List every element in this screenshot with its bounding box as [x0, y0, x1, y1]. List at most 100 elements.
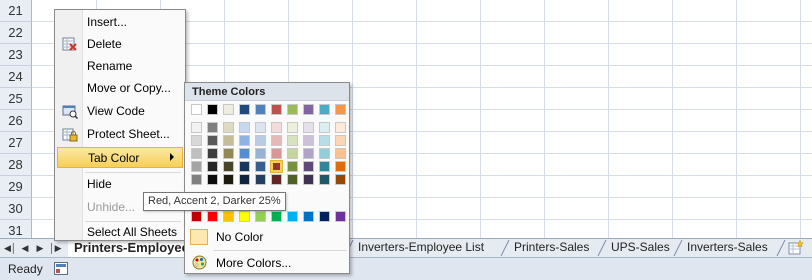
standard-color-swatch[interactable]	[271, 211, 282, 222]
next-sheet-button[interactable]: ▶	[34, 241, 46, 255]
row-header[interactable]: 28	[0, 154, 32, 176]
sheet-tab-inverters-employee-list[interactable]: Inverters-Employee List	[352, 239, 490, 256]
theme-color-swatch[interactable]	[255, 135, 266, 146]
theme-color-swatch[interactable]	[191, 135, 202, 146]
theme-color-swatch[interactable]	[335, 174, 346, 185]
theme-color-swatch[interactable]	[239, 174, 250, 185]
theme-color-swatch[interactable]	[335, 122, 346, 133]
standard-color-swatch[interactable]	[335, 211, 346, 222]
theme-color-swatch[interactable]	[287, 148, 298, 159]
standard-color-swatch[interactable]	[303, 211, 314, 222]
theme-color-swatch[interactable]	[287, 135, 298, 146]
theme-color-swatch[interactable]	[207, 135, 218, 146]
theme-color-swatch[interactable]	[271, 122, 282, 133]
theme-color-swatch[interactable]	[191, 174, 202, 185]
theme-color-swatch[interactable]	[271, 104, 282, 115]
theme-color-swatch[interactable]	[271, 135, 282, 146]
standard-color-swatch[interactable]	[239, 211, 250, 222]
row-header[interactable]: 24	[0, 66, 32, 88]
theme-color-swatch[interactable]	[255, 174, 266, 185]
menu-item-rename[interactable]: Rename	[57, 56, 183, 77]
standard-color-swatch[interactable]	[191, 211, 202, 222]
row-header[interactable]: 25	[0, 88, 32, 110]
theme-color-swatch[interactable]	[319, 174, 330, 185]
theme-color-swatch[interactable]	[223, 148, 234, 159]
menu-item-delete[interactable]: Delete	[57, 34, 183, 55]
theme-color-swatch[interactable]	[319, 135, 330, 146]
sheet-tab-inverters-sales[interactable]: Inverters-Sales	[681, 239, 774, 256]
standard-color-swatch[interactable]	[319, 211, 330, 222]
theme-color-swatch[interactable]	[303, 174, 314, 185]
standard-color-swatch[interactable]	[223, 211, 234, 222]
theme-color-swatch[interactable]	[191, 161, 202, 172]
theme-color-swatch[interactable]	[319, 122, 330, 133]
theme-color-swatch[interactable]	[223, 135, 234, 146]
row-header[interactable]: 31	[0, 220, 32, 240]
theme-color-swatch[interactable]	[255, 104, 266, 115]
menu-item-insert[interactable]: Insert...	[57, 12, 183, 33]
last-sheet-button[interactable]: │▶	[49, 241, 62, 255]
theme-color-swatch[interactable]	[303, 161, 314, 172]
theme-color-swatch[interactable]	[335, 135, 346, 146]
row-header[interactable]: 23	[0, 44, 32, 66]
insert-worksheet-icon[interactable]	[788, 240, 804, 255]
theme-color-swatch[interactable]	[223, 174, 234, 185]
theme-color-swatch[interactable]	[287, 174, 298, 185]
theme-color-swatch[interactable]	[239, 161, 250, 172]
row-header[interactable]: 30	[0, 198, 32, 220]
row-header[interactable]: 21	[0, 0, 32, 22]
theme-color-swatch[interactable]	[287, 122, 298, 133]
row-header[interactable]: 27	[0, 132, 32, 154]
theme-color-swatch[interactable]	[255, 161, 266, 172]
theme-color-swatch[interactable]	[239, 122, 250, 133]
theme-color-swatch[interactable]	[335, 148, 346, 159]
theme-color-swatch[interactable]	[303, 148, 314, 159]
theme-color-swatch[interactable]	[207, 122, 218, 133]
more-colors-option[interactable]: More Colors...	[186, 251, 347, 275]
menu-item-view-code[interactable]: View Code	[57, 101, 183, 122]
selected-color-swatch[interactable]	[270, 160, 283, 173]
theme-color-swatch[interactable]	[191, 148, 202, 159]
theme-color-swatch[interactable]	[239, 135, 250, 146]
sheet-tab-printers-sales[interactable]: Printers-Sales	[508, 239, 595, 256]
theme-color-swatch[interactable]	[191, 122, 202, 133]
menu-item-tab-color[interactable]: Tab Color	[57, 147, 183, 168]
theme-color-swatch[interactable]	[191, 104, 202, 115]
menu-item-move-or-copy[interactable]: Move or Copy...	[57, 78, 183, 99]
menu-item-protect-sheet[interactable]: Protect Sheet...	[57, 124, 183, 145]
theme-color-swatch[interactable]	[207, 161, 218, 172]
row-header[interactable]: 22	[0, 22, 32, 44]
no-color-option[interactable]: No Color	[186, 225, 347, 249]
theme-color-swatch[interactable]	[223, 122, 234, 133]
theme-color-swatch[interactable]	[319, 104, 330, 115]
standard-color-swatch[interactable]	[287, 211, 298, 222]
menu-item-select-all-sheets[interactable]: Select All Sheets	[57, 222, 183, 243]
standard-color-swatch[interactable]	[207, 211, 218, 222]
theme-color-swatch[interactable]	[223, 104, 234, 115]
theme-color-swatch[interactable]	[303, 135, 314, 146]
standard-color-swatch[interactable]	[255, 211, 266, 222]
row-header[interactable]: 26	[0, 110, 32, 132]
sheet-tab-ups-sales[interactable]: UPS-Sales	[605, 239, 676, 256]
theme-color-swatch[interactable]	[239, 148, 250, 159]
theme-color-swatch[interactable]	[255, 148, 266, 159]
theme-color-swatch[interactable]	[303, 104, 314, 115]
theme-color-swatch[interactable]	[335, 104, 346, 115]
first-sheet-button[interactable]: ◀│	[4, 241, 17, 255]
theme-color-swatch[interactable]	[271, 174, 282, 185]
theme-color-swatch[interactable]	[303, 122, 314, 133]
theme-color-swatch[interactable]	[207, 174, 218, 185]
theme-color-swatch[interactable]	[271, 148, 282, 159]
macro-record-icon[interactable]	[54, 262, 68, 275]
theme-color-swatch[interactable]	[319, 148, 330, 159]
theme-color-swatch[interactable]	[287, 104, 298, 115]
row-header[interactable]: 29	[0, 176, 32, 198]
prev-sheet-button[interactable]: ◀	[19, 241, 31, 255]
theme-color-swatch[interactable]	[207, 148, 218, 159]
theme-color-swatch[interactable]	[335, 161, 346, 172]
theme-color-swatch[interactable]	[223, 161, 234, 172]
theme-color-swatch[interactable]	[287, 161, 298, 172]
theme-color-swatch[interactable]	[319, 161, 330, 172]
theme-color-swatch[interactable]	[255, 122, 266, 133]
theme-color-swatch[interactable]	[239, 104, 250, 115]
